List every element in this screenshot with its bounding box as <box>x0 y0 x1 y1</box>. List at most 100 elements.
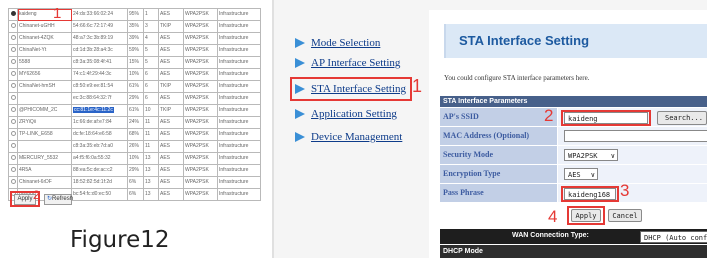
radio-icon[interactable] <box>10 167 16 173</box>
survey-cell-mac: dc:fe:18:64:e6:58 <box>71 128 128 141</box>
survey-row[interactable]: ChinaNet-Yt cd:1d:3b:28:a4:3c 59% 5 AES WPA2P… <box>8 44 261 57</box>
radio-icon[interactable] <box>10 95 16 101</box>
survey-cell-mode: Infrastructure <box>217 68 261 81</box>
nav-mode-selection[interactable]: Mode Selection <box>295 37 380 49</box>
survey-row[interactable]: Chinanet-6rDF 18:52:82:5d:1f:2d 6% 13 AES WPA… <box>8 176 261 189</box>
pass-phrase-label: Pass Phrase <box>440 184 557 202</box>
survey-row[interactable]: TP-LINK_E658 dc:fe:18:64:e6:58 68% 11 AES WPA… <box>8 128 261 141</box>
nav-sta-interface[interactable]: STA Interface Setting <box>295 83 406 95</box>
security-select[interactable]: WPA2PSK ∨ <box>564 149 618 161</box>
survey-cell-mode: Infrastructure <box>217 92 261 105</box>
survey-cell-mode: Infrastructure <box>217 44 261 57</box>
survey-cell-signal: 35% <box>127 20 144 33</box>
survey-cell-channel: 3 <box>143 20 159 33</box>
survey-cell-mode: Infrastructure <box>217 116 261 129</box>
ssid-label: AP's SSID <box>440 108 557 126</box>
arrow-icon <box>295 132 305 143</box>
survey-cell-auth: WPA2PSK <box>183 140 218 153</box>
survey-row[interactable]: ChinaNet-hmSH c8:50:e9:ee:81:54 61% 6 TKIP WP… <box>8 80 261 93</box>
survey-cell-signal: 29% <box>127 92 144 105</box>
radio-icon[interactable] <box>10 107 16 113</box>
survey-row[interactable]: 4R5A 88:ea:5c:de:ac:c2 29% 13 AES WPA2PSK Infr… <box>8 164 261 177</box>
survey-cell-signal: 10% <box>127 152 144 165</box>
survey-cell-auth: WPA2PSK <box>183 104 218 117</box>
survey-cell-auth: WPA2PSK <box>183 116 218 129</box>
survey-row[interactable]: ec:3c:88:64:32:7f 29% 6 AES WPA2PSK Infrastru… <box>8 92 261 105</box>
survey-cell-mac: 24:ds:33:66:02:24 <box>71 8 128 21</box>
encryption-select[interactable]: AES ∨ <box>564 168 598 180</box>
nav-device-management[interactable]: Device Management <box>295 131 402 143</box>
survey-cell-mode: Infrastructure <box>217 176 261 189</box>
survey-cell-auth: WPA2PSK <box>183 128 218 141</box>
survey-cell-ssid: @PHICOMM_2C <box>17 104 72 117</box>
survey-cell-mode: Infrastructure <box>217 188 261 201</box>
dhcp-header: DHCP Mode <box>440 245 707 258</box>
survey-cell-mac: 88:ea:5c:de:ac:c2 <box>71 164 128 177</box>
survey-row[interactable]: c8:3a:35:eb:7d:a0 26% 11 AES WPA2PSK Infrastr… <box>8 140 261 153</box>
survey-row[interactable]: Chinanet-uGHH 54:66:6c:72:17:49 35% 3 TKIP WP… <box>8 20 261 33</box>
nav-ap-interface[interactable]: AP Interface Setting <box>295 57 400 69</box>
survey-cell-enc: AES <box>158 56 184 69</box>
radio-icon[interactable] <box>10 23 16 29</box>
survey-row[interactable]: Chinanet-4ZQK 48:a7:3c:3b:89:19 39% 4 AES WPA… <box>8 32 261 45</box>
ssid-input[interactable]: kaideng <box>564 112 648 124</box>
radio-icon[interactable] <box>10 47 16 53</box>
survey-cell-channel: 13 <box>143 188 159 201</box>
survey-row[interactable]: ZRYiQii 1c:66:de:af:e7:84 24% 11 AES WPA2PSK I… <box>8 116 261 129</box>
radio-icon[interactable] <box>10 155 16 161</box>
apply-button[interactable]: Apply <box>571 209 601 222</box>
survey-cell-channel: 6 <box>143 92 159 105</box>
survey-cell-enc: AES <box>158 128 184 141</box>
survey-cell-ssid: MERCURY_5532 <box>17 152 72 165</box>
survey-cell-enc: AES <box>158 140 184 153</box>
pass-phrase-input[interactable]: kaideng168 <box>564 188 616 200</box>
radio-icon[interactable] <box>10 179 16 185</box>
survey-cell-signal: 39% <box>127 32 144 45</box>
search-button[interactable]: Search... <box>657 111 707 125</box>
survey-cell-auth: WPA2PSK <box>183 44 218 57</box>
radio-icon[interactable] <box>10 131 16 137</box>
mac-input[interactable] <box>564 130 707 142</box>
survey-cell-ssid: Chinanet-4ZQK <box>17 32 72 45</box>
dropdown-icon: ∨ <box>590 171 595 179</box>
survey-cell-mac: 54:66:6c:72:17:49 <box>71 20 128 33</box>
survey-cell-enc: AES <box>158 176 184 189</box>
survey-cell-mac: cc:81:1e:4c:11:2c <box>71 104 128 117</box>
radio-icon[interactable] <box>10 59 16 65</box>
radio-icon[interactable] <box>10 11 16 17</box>
survey-cell-channel: 5 <box>143 44 159 57</box>
survey-cell-mode: Infrastructure <box>217 128 261 141</box>
step-4-label: 4 <box>548 207 558 226</box>
nav-application-setting[interactable]: Application Setting <box>295 108 397 120</box>
wan-select[interactable]: DHCP (Auto config <box>640 231 707 243</box>
survey-cell-enc: TKIP <box>158 80 184 93</box>
survey-cell-ssid: ChinaNet-hmSH <box>17 80 72 93</box>
survey-row[interactable]: 5588 c8:3a:35:08:4f:41 15% 5 AES WPA2PSK Infra… <box>8 56 261 69</box>
radio-icon[interactable] <box>10 119 16 125</box>
survey-row[interactable]: MY62656 74:c1:4f:29:44:3c 10% 6 AES WPA2PSK In… <box>8 68 261 81</box>
step-2-label-left: 2 <box>33 188 40 202</box>
survey-row[interactable]: kaideng 24:ds:33:66:02:24 95% 1 AES WPA2PSK In… <box>8 8 261 21</box>
survey-cell-channel: 13 <box>143 164 159 177</box>
survey-cell-enc: TKIP <box>158 104 184 117</box>
step-3-label: 3 <box>620 181 630 200</box>
survey-cell-enc: AES <box>158 92 184 105</box>
survey-cell-mac: 18:52:82:5d:1f:2d <box>71 176 128 189</box>
survey-refresh-button[interactable]: ↻Refresh <box>44 194 73 205</box>
step-1-label: 1 <box>53 5 62 22</box>
sta-settings-window: Mode Selection AP Interface Setting STA … <box>272 0 707 258</box>
survey-cell-mode: Infrastructure <box>217 164 261 177</box>
radio-icon[interactable] <box>10 35 16 41</box>
page-title: STA Interface Setting <box>459 33 590 48</box>
wan-label: WAN Connection Type: <box>512 232 589 239</box>
survey-cell-mode: Infrastructure <box>217 8 261 21</box>
survey-cell-ssid <box>17 140 72 153</box>
survey-cell-auth: WPA2PSK <box>183 56 218 69</box>
survey-row[interactable]: @PHICOMM_2C cc:81:1e:4c:11:2c 61% 10 TKIP WPA… <box>8 104 261 117</box>
radio-icon[interactable] <box>10 83 16 89</box>
cancel-button[interactable]: Cancel <box>608 209 642 222</box>
radio-icon[interactable] <box>10 71 16 77</box>
survey-cell-mac: ec:3c:88:64:32:7f <box>71 92 128 105</box>
radio-icon[interactable] <box>10 143 16 149</box>
survey-row[interactable]: MERCURY_5532 a4:f5:f6:0a:55:32 10% 13 AES WPA… <box>8 152 261 165</box>
